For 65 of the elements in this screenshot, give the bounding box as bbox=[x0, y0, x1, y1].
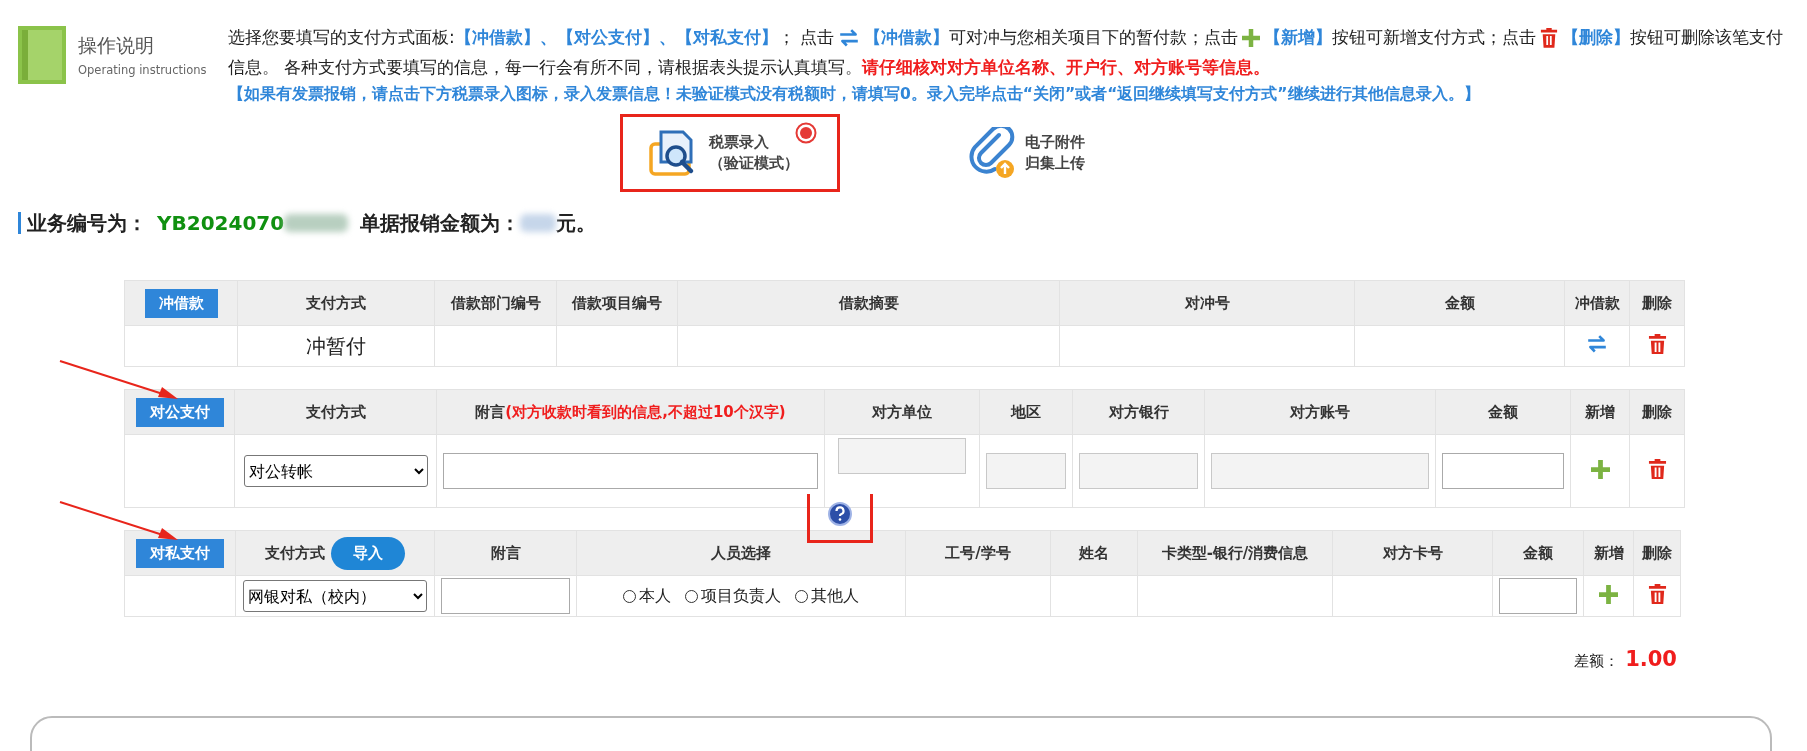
column-header: 卡类型-银行/消费信息 bbox=[1161, 543, 1309, 562]
section-tab[interactable]: 冲借款 bbox=[144, 288, 218, 318]
radio-option[interactable]: 其他人 bbox=[795, 585, 859, 607]
trash-icon[interactable] bbox=[1647, 333, 1667, 355]
column-header: 对方账号 bbox=[1290, 402, 1350, 421]
input-field[interactable] bbox=[1499, 578, 1577, 614]
column-header: 借款部门编号 bbox=[450, 293, 541, 312]
column-header: 金额 bbox=[1444, 293, 1475, 312]
column-header: 借款摘要 bbox=[838, 293, 899, 312]
plus-icon bbox=[1242, 29, 1261, 47]
column-header: 姓名 bbox=[1079, 543, 1109, 562]
column-header: 支付方式 bbox=[265, 543, 325, 563]
section-tab[interactable]: 对私支付 bbox=[136, 538, 224, 568]
plus-icon[interactable] bbox=[1599, 584, 1618, 604]
trash-icon[interactable] bbox=[1647, 458, 1667, 480]
column-header: 人员选择 bbox=[711, 543, 771, 562]
instructions-title: 操作说明 bbox=[78, 33, 155, 58]
instructions-text: 选择您要填写的支付方式面板:【冲借款】、【对公支付】、【对私支付】； 点击 【冲借款】可对冲与您相关项目下的暂付款；点击 【新增】按钮可新增支付方式；点击 【删除】按钮可删除该笔支付信息。 各种支付方式要填写的信息，每一行会有所不同，请根据表头提示认真填写。请仔细核对对方单位名称、开户行、对方账号等信息。 bbox=[228, 26, 1785, 79]
instructions-subtitle: Operating instructions bbox=[78, 63, 207, 77]
column-header: 借款项目编号 bbox=[572, 293, 662, 312]
payment-method-select[interactable]: 网银对私（校内） bbox=[243, 580, 427, 612]
radio-option[interactable]: 本人 bbox=[623, 585, 671, 607]
column-header: 工号/学号 bbox=[945, 543, 1011, 562]
payment-method-select[interactable]: 对公转帐 bbox=[243, 455, 428, 487]
column-header: 冲借款 bbox=[1574, 293, 1620, 312]
column-header: 对冲号 bbox=[1184, 293, 1230, 312]
column-header: 新增 bbox=[1585, 402, 1615, 421]
business-number-label: 业务编号为： bbox=[27, 209, 147, 237]
column-header: 附言(对方收款时看到的信息,不超过10个汉字) bbox=[475, 402, 786, 421]
paperclip-upload-icon bbox=[969, 127, 1017, 179]
book-icon bbox=[18, 26, 66, 84]
column-header: 删除 bbox=[1642, 402, 1672, 421]
column-header: 对方卡号 bbox=[1382, 543, 1443, 562]
table-cell: 冲暂付 bbox=[306, 333, 366, 358]
input-field[interactable] bbox=[441, 578, 570, 614]
column-header: 附言 bbox=[490, 543, 521, 562]
column-header: 对方单位 bbox=[872, 402, 932, 421]
input-field[interactable] bbox=[443, 453, 818, 489]
trash-icon bbox=[1540, 28, 1559, 48]
business-number: YB2024070 bbox=[157, 211, 285, 235]
column-header: 新增 bbox=[1593, 543, 1624, 562]
tool-button[interactable]: 电子附件 归集上传 bbox=[963, 119, 1103, 187]
notice-text: 【如果有发票报销，请点击下方税票录入图标，录入发票信息！未验证模式没有税额时，请填写0。录入完毕点击“关闭”或者“返回继续填写支付方式”继续进行其他信息录入。】 bbox=[228, 84, 1481, 105]
column-header: 支付方式 bbox=[306, 293, 366, 312]
column-header: 金额 bbox=[1488, 402, 1518, 421]
import-button[interactable]: 导入 bbox=[331, 536, 405, 570]
column-header: 对方银行 bbox=[1108, 402, 1169, 421]
column-header: 地区 bbox=[1011, 402, 1041, 421]
column-header: 删除 bbox=[1642, 293, 1672, 312]
column-header: 删除 bbox=[1642, 543, 1672, 562]
tool-button[interactable]: 税票录入 （验证模式） bbox=[643, 120, 817, 186]
column-header: 支付方式 bbox=[305, 402, 366, 421]
input-field[interactable] bbox=[1442, 453, 1564, 489]
column-header: 金额 bbox=[1523, 543, 1553, 562]
amount-suffix: 元。 bbox=[556, 209, 597, 237]
trash-icon[interactable] bbox=[1647, 583, 1667, 605]
swap-icon bbox=[838, 29, 861, 47]
radio-option[interactable]: 项目负责人 bbox=[685, 585, 781, 607]
difference-label: 差额： bbox=[1574, 652, 1620, 671]
amount-label: 单据报销金额为： bbox=[360, 209, 521, 237]
difference-value: 1.00 bbox=[1625, 647, 1677, 671]
swap-icon bbox=[1586, 335, 1608, 353]
stamp-icon bbox=[795, 122, 817, 144]
section-tab[interactable]: 对公支付 bbox=[135, 397, 224, 427]
plus-icon[interactable] bbox=[1590, 459, 1610, 479]
